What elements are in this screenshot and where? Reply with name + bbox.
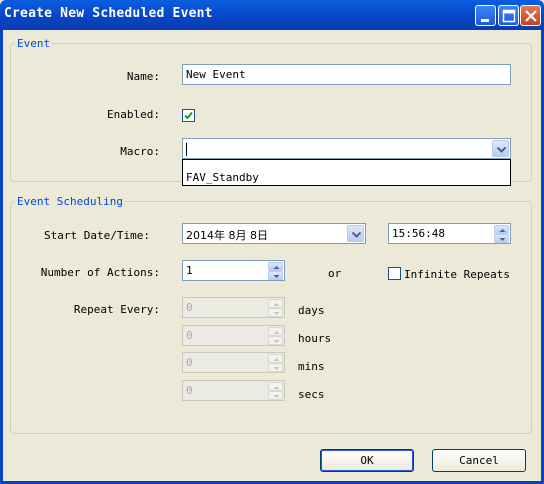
maximize-button[interactable] <box>498 5 519 26</box>
repeat-mins-value: 0 <box>186 356 193 369</box>
or-text: or <box>328 267 342 280</box>
start-date-value: 2014年 8月 8日 <box>186 229 268 242</box>
checkmark-icon <box>184 111 193 120</box>
repeat-hours-unit: hours <box>298 332 332 345</box>
repeat-secs-unit: secs <box>298 388 325 401</box>
repeat-secs-value: 0 <box>186 384 193 397</box>
repeat-days-down-button[interactable] <box>268 308 283 317</box>
enabled-checkbox[interactable] <box>182 109 195 122</box>
repeat-secs-down-button[interactable] <box>268 391 283 400</box>
enabled-label: Enabled: <box>107 108 160 121</box>
repeat-hours-up-button[interactable] <box>268 327 283 336</box>
macro-dropdown-list[interactable]: FAV_Standby <box>182 159 511 186</box>
repeat-hours-spinner[interactable]: 0 <box>182 325 285 346</box>
minimize-icon <box>481 19 489 22</box>
macro-option[interactable]: FAV_Standby <box>186 171 259 184</box>
event-group-legend: Event <box>15 37 53 50</box>
macro-dropdown[interactable] <box>182 138 511 159</box>
repeat-days-unit: days <box>298 304 325 317</box>
repeat-hours-value: 0 <box>186 329 193 342</box>
number-of-actions-down-button[interactable] <box>268 271 283 280</box>
repeat-secs-up-button[interactable] <box>268 382 283 391</box>
number-of-actions-label: Number of Actions: <box>40 266 160 279</box>
spin-down-icon <box>273 395 280 398</box>
close-icon <box>525 10 537 22</box>
start-date-dropdown-button[interactable] <box>347 225 364 242</box>
window-frame-left <box>0 30 3 484</box>
start-time-spinner[interactable]: 15:56:48 <box>388 223 511 244</box>
repeat-mins-unit: mins <box>298 360 325 373</box>
spin-down-icon <box>273 367 280 370</box>
start-time-down-button[interactable] <box>494 234 509 243</box>
chevron-down-icon <box>351 231 362 238</box>
start-datetime-label: Start Date/Time: <box>44 229 150 242</box>
spin-down-icon <box>273 275 280 278</box>
minimize-button[interactable] <box>475 5 496 26</box>
maximize-icon <box>502 9 516 23</box>
number-of-actions-spinner[interactable]: 1 <box>182 260 285 281</box>
number-of-actions-up-button[interactable] <box>268 262 283 271</box>
macro-dropdown-button[interactable] <box>492 140 509 157</box>
infinite-repeats-label[interactable]: Infinite Repeats <box>404 268 510 281</box>
scheduling-group-legend: Event Scheduling <box>15 195 125 208</box>
repeat-every-label: Repeat Every: <box>73 303 160 316</box>
spin-down-icon <box>499 238 506 241</box>
start-time-value: 15:56:48 <box>392 227 445 240</box>
name-label: Name: <box>126 70 160 83</box>
infinite-repeats-checkbox[interactable] <box>388 267 401 280</box>
title-bar[interactable]: Create New Scheduled Event <box>0 0 544 30</box>
start-time-up-button[interactable] <box>494 225 509 234</box>
chevron-down-icon <box>496 146 507 153</box>
spin-down-icon <box>273 340 280 343</box>
close-button[interactable] <box>520 5 541 26</box>
text-cursor <box>186 142 187 156</box>
cancel-button[interactable]: Cancel <box>432 449 526 472</box>
repeat-days-value: 0 <box>186 301 193 314</box>
spin-down-icon <box>273 312 280 315</box>
repeat-mins-spinner[interactable]: 0 <box>182 352 285 373</box>
macro-label: Macro: <box>120 145 160 158</box>
repeat-secs-spinner[interactable]: 0 <box>182 380 285 401</box>
window-title: Create New Scheduled Event <box>4 6 213 21</box>
repeat-mins-down-button[interactable] <box>268 363 283 372</box>
repeat-days-up-button[interactable] <box>268 299 283 308</box>
start-date-picker[interactable]: 2014年 8月 8日 <box>182 223 366 244</box>
number-of-actions-value: 1 <box>186 264 193 277</box>
ok-button[interactable]: OK <box>320 449 414 472</box>
repeat-hours-down-button[interactable] <box>268 336 283 345</box>
name-field[interactable]: New Event <box>182 64 511 85</box>
repeat-days-spinner[interactable]: 0 <box>182 297 285 318</box>
repeat-mins-up-button[interactable] <box>268 354 283 363</box>
